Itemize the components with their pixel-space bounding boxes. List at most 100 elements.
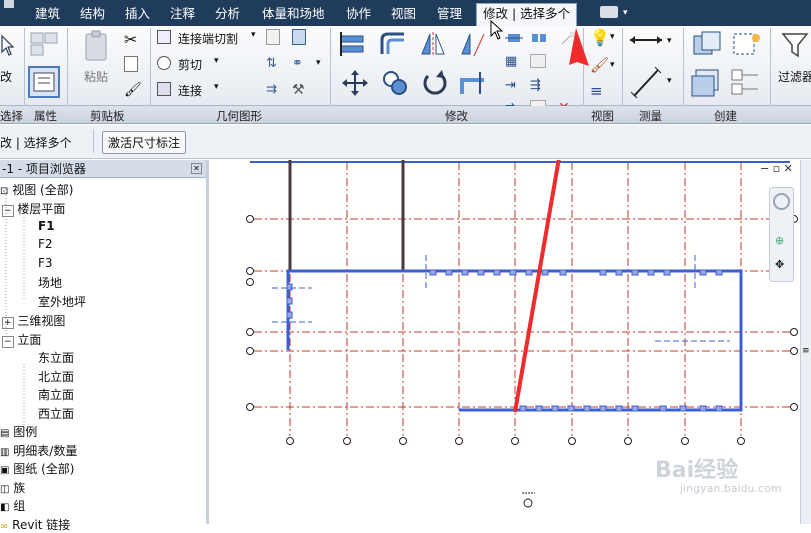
measure-dropdown-icon[interactable]: ▾ bbox=[667, 36, 672, 46]
tab-insert[interactable]: 插入 bbox=[125, 4, 150, 24]
modify-tool-button[interactable] bbox=[0, 28, 20, 68]
cut-join-label[interactable]: 连接端切割 bbox=[178, 30, 238, 47]
trim-multiple-icon[interactable]: ⇶ bbox=[530, 78, 541, 93]
tree-item-f3[interactable]: F3 bbox=[38, 256, 53, 270]
steering-wheel-icon[interactable] bbox=[773, 193, 790, 210]
tree-item-outdoor-ground[interactable]: 室外地坪 bbox=[38, 293, 86, 310]
create-similar-icon[interactable] bbox=[730, 66, 764, 98]
tab-annotate[interactable]: 注释 bbox=[170, 4, 195, 24]
offset-icon[interactable] bbox=[378, 30, 408, 58]
move-icon[interactable] bbox=[340, 68, 370, 98]
cut-join-dropdown-icon[interactable]: ▾ bbox=[251, 30, 256, 40]
join-label[interactable]: 连接 bbox=[178, 82, 202, 99]
create-assembly-icon[interactable] bbox=[690, 30, 724, 58]
drawing-canvas[interactable]: ⊕ ✥ − ▫ ✕ Bai经验 jingyan.baidu.com bbox=[212, 160, 800, 524]
trim-single-icon[interactable]: ⇥ bbox=[505, 78, 516, 93]
modify-label: 改 bbox=[0, 70, 13, 84]
tree-item-revit-links[interactable]: ∞ Revit 链接 bbox=[0, 516, 70, 533]
dimension-dropdown-icon[interactable]: ▾ bbox=[667, 76, 672, 86]
tree-item-3d-views[interactable]: + 三维视图 bbox=[2, 312, 65, 329]
tree-item-all-views[interactable]: ⊡ 视图 (全部) bbox=[0, 181, 73, 198]
type-properties-icon[interactable] bbox=[28, 30, 60, 58]
tree-item-legends[interactable]: ▤ 图例 bbox=[0, 423, 37, 440]
cut-geometry-icon[interactable] bbox=[157, 56, 171, 70]
options-divider bbox=[93, 129, 94, 153]
tab-view[interactable]: 视图 bbox=[391, 4, 416, 24]
pan-icon[interactable]: ✥ bbox=[775, 258, 784, 271]
tree-item-east-elevation[interactable]: 东立面 bbox=[38, 349, 74, 366]
create-parts-icon[interactable] bbox=[730, 30, 764, 58]
tab-collaborate[interactable]: 协作 bbox=[346, 4, 371, 24]
close-icon[interactable]: ✕ bbox=[191, 163, 202, 174]
paint-icon[interactable]: ⚭ bbox=[292, 56, 303, 71]
tree-item-f1[interactable]: F1 bbox=[38, 219, 55, 233]
wall-joins-icon[interactable] bbox=[266, 29, 280, 45]
hammer-icon[interactable]: ⚒ bbox=[292, 82, 305, 98]
dropdown-arrow-icon[interactable]: ▾ bbox=[623, 3, 628, 23]
group-label-clipboard: 剪贴板 bbox=[90, 109, 125, 123]
tree-item-west-elevation[interactable]: 西立面 bbox=[38, 405, 74, 422]
cut-join-icon[interactable] bbox=[157, 30, 171, 44]
override-dropdown-icon[interactable]: ▾ bbox=[610, 60, 615, 70]
filter-icon[interactable] bbox=[780, 30, 810, 60]
ribbon-tab-bar: 建筑 结构 插入 注释 分析 体量和场地 协作 视图 管理 修改 | 选择多个 … bbox=[0, 0, 811, 26]
navigation-bar: ⊕ ✥ bbox=[769, 187, 794, 282]
cut-label[interactable]: 剪切 bbox=[178, 56, 202, 73]
filter-label[interactable]: 过滤器 bbox=[778, 68, 811, 85]
split-face-icon[interactable] bbox=[292, 29, 306, 45]
demolish-icon[interactable]: ⇅ bbox=[266, 56, 277, 71]
temporary-dimensions bbox=[272, 255, 730, 342]
grid-lines-vertical bbox=[289, 162, 742, 436]
tab-architecture[interactable]: 建筑 bbox=[35, 4, 60, 24]
scroll-thumb[interactable]: ≡ bbox=[802, 345, 810, 357]
zoom-icon[interactable]: ⊕ bbox=[775, 234, 784, 247]
pin-area-icon[interactable] bbox=[530, 54, 546, 68]
hide-dropdown-icon[interactable]: ▾ bbox=[610, 32, 615, 42]
paste-icon[interactable] bbox=[82, 30, 112, 64]
tab-structure[interactable]: 结构 bbox=[80, 4, 105, 24]
copy-icon[interactable] bbox=[124, 56, 138, 72]
cut-icon[interactable]: ✂ bbox=[124, 30, 137, 49]
paint-dropdown-icon[interactable]: ▾ bbox=[316, 58, 321, 68]
measure-icon[interactable] bbox=[628, 32, 664, 48]
tree-item-groups[interactable]: ◧ 组 bbox=[0, 497, 25, 514]
mirror-draw-axis-icon[interactable] bbox=[458, 30, 488, 58]
window-controls[interactable]: − ▫ ✕ bbox=[760, 162, 793, 175]
panel-toggle-icon[interactable] bbox=[600, 6, 618, 18]
tree-item-elevations[interactable]: − 立面 bbox=[2, 331, 41, 348]
ribbon-panel: 改 粘贴 ✂ 🖌 连接端切割 ▾ 剪切 ▾ 连接 ▾ ⇅ ⚭ ▾ ⇉ ⚒ ▦ ⇥… bbox=[0, 26, 811, 116]
move-small-icon[interactable] bbox=[505, 30, 523, 46]
rotate-icon[interactable] bbox=[420, 68, 450, 98]
cut-dropdown-icon[interactable]: ▾ bbox=[214, 56, 219, 66]
align-icon[interactable] bbox=[338, 30, 368, 58]
watermark-brand: Bai经验 bbox=[655, 458, 739, 483]
mirror-pick-axis-icon[interactable] bbox=[418, 30, 448, 58]
copy-element-icon[interactable] bbox=[380, 68, 410, 98]
join-geometry-icon[interactable] bbox=[157, 82, 171, 96]
tab-manage[interactable]: 管理 bbox=[437, 4, 462, 24]
tree-item-f2[interactable]: F2 bbox=[38, 237, 53, 251]
create-group-icon[interactable] bbox=[690, 66, 724, 98]
options-bar: 改 | 选择多个 激活尺寸标注 bbox=[0, 125, 811, 159]
tree-item-site[interactable]: 场地 bbox=[38, 274, 62, 291]
tree-item-families[interactable]: ◫ 族 bbox=[0, 479, 25, 496]
join-dropdown-icon[interactable]: ▾ bbox=[214, 82, 219, 92]
aligned-dimension-icon[interactable] bbox=[628, 66, 664, 100]
properties-button[interactable] bbox=[28, 66, 60, 98]
trim-extend-icon[interactable] bbox=[458, 68, 488, 98]
match-properties-icon[interactable]: 🖌 bbox=[124, 82, 142, 98]
tab-analyze[interactable]: 分析 bbox=[215, 4, 240, 24]
tree-item-sheets[interactable]: ▣ 图纸 (全部) bbox=[0, 460, 74, 477]
app-menu-icon[interactable] bbox=[4, 0, 14, 8]
vertical-scrollbar[interactable]: ≡ bbox=[800, 160, 811, 524]
tree-item-south-elevation[interactable]: 南立面 bbox=[38, 386, 74, 403]
remove-paint-icon[interactable]: ⇉ bbox=[266, 82, 277, 97]
tree-item-north-elevation[interactable]: 北立面 bbox=[38, 368, 74, 385]
group-label-select[interactable]: 选择 bbox=[0, 108, 23, 124]
array-icon[interactable]: ▦ bbox=[505, 54, 517, 69]
tab-massing-site[interactable]: 体量和场地 bbox=[262, 4, 325, 24]
linework-icon[interactable]: ≡ bbox=[590, 82, 603, 100]
tree-item-schedules[interactable]: ▥ 明细表/数量 bbox=[0, 442, 77, 459]
tree-item-floor-plans[interactable]: − 楼层平面 bbox=[2, 200, 65, 217]
activate-dimensions-button[interactable]: 激活尺寸标注 bbox=[102, 131, 187, 154]
